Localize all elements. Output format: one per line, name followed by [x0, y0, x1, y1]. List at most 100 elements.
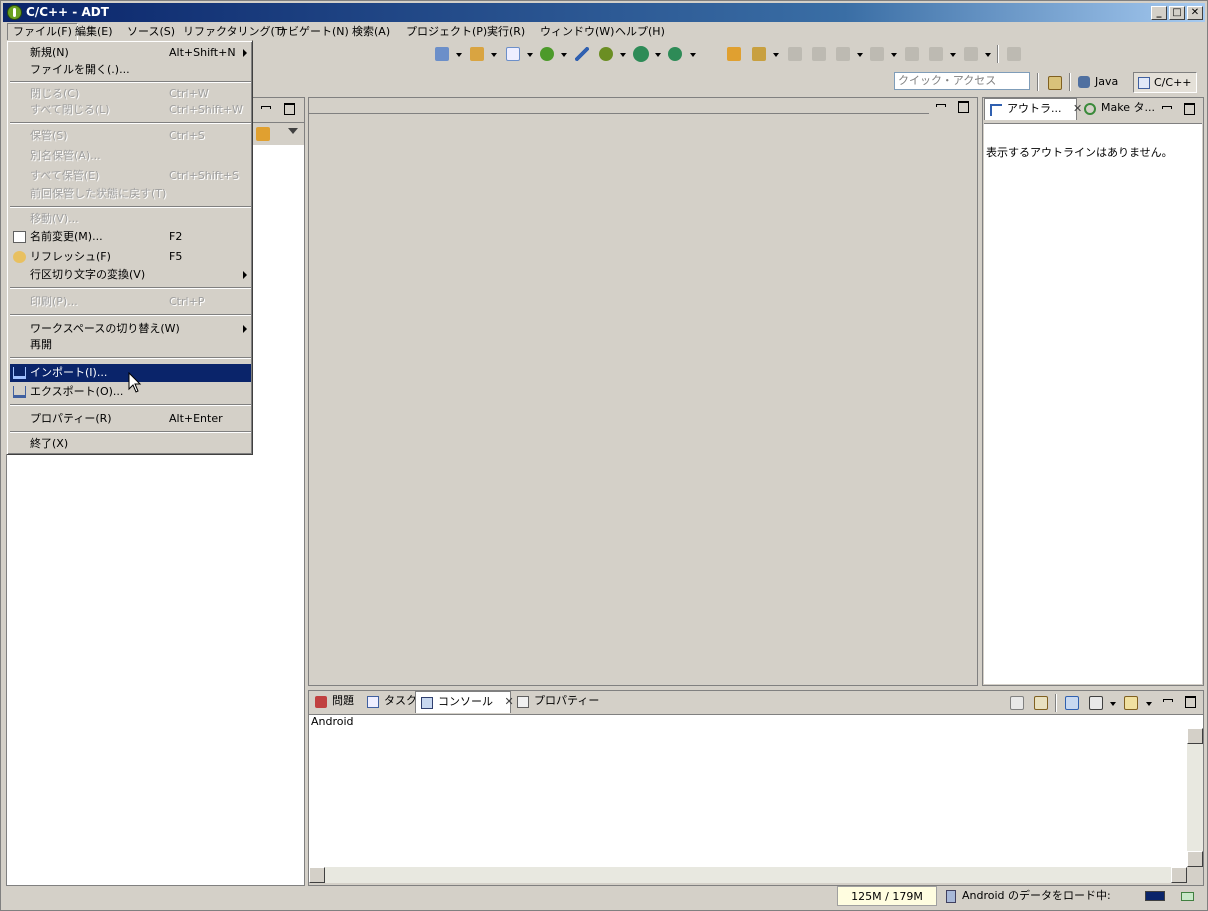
- tab-problems[interactable]: 問題: [310, 691, 360, 713]
- tab-make-targets[interactable]: Make タ...: [1079, 98, 1155, 120]
- tab-console[interactable]: コンソール ✕: [415, 691, 514, 713]
- minimize-editor-icon[interactable]: [935, 101, 946, 111]
- maximize-view-icon[interactable]: [1185, 696, 1196, 708]
- open-type-icon[interactable]: [727, 47, 741, 61]
- open-perspective-icon[interactable]: [1048, 76, 1062, 90]
- menu-separator: [10, 122, 251, 124]
- clear-console-icon[interactable]: [1010, 696, 1024, 710]
- minimize-view-icon[interactable]: [260, 103, 271, 113]
- chevron-down-icon[interactable]: [561, 53, 567, 57]
- scroll-lock-icon[interactable]: [1034, 696, 1048, 710]
- run-icon[interactable]: [633, 46, 649, 62]
- chevron-down-icon[interactable]: [655, 53, 661, 57]
- menu-item-exit[interactable]: 終了(X): [10, 435, 251, 453]
- view-menu-icon[interactable]: [288, 128, 298, 134]
- perspective-java[interactable]: Java: [1075, 72, 1129, 93]
- menu-item-new[interactable]: 新規(N) Alt+Shift+N: [10, 44, 251, 62]
- forward-icon[interactable]: [964, 47, 978, 61]
- debug-icon[interactable]: [599, 47, 613, 61]
- toolbar-separator: [1037, 73, 1039, 91]
- menu-item-refresh[interactable]: リフレッシュ(F) F5: [10, 248, 251, 266]
- show-whitespace-icon[interactable]: [812, 47, 826, 61]
- menu-item-convert-line-delimiters[interactable]: 行区切り文字の変換(V): [10, 266, 251, 284]
- menu-item-open-file[interactable]: ファイルを開く(.)...: [10, 61, 251, 79]
- editor-area: [308, 97, 978, 686]
- new-folder-icon[interactable]: [470, 47, 484, 61]
- chevron-down-icon[interactable]: [620, 53, 626, 57]
- scroll-left-button[interactable]: [309, 867, 325, 883]
- chevron-down-icon[interactable]: [491, 53, 497, 57]
- chevron-down-icon[interactable]: [527, 53, 533, 57]
- menu-separator: [10, 81, 251, 83]
- tab-properties[interactable]: プロパティー: [512, 691, 599, 713]
- tab-tasks[interactable]: タスク: [362, 691, 417, 713]
- maximize-view-icon[interactable]: [1184, 103, 1195, 115]
- tasks-icon: [367, 696, 379, 708]
- menu-edit[interactable]: 編集(E): [70, 23, 118, 41]
- chevron-down-icon[interactable]: [690, 53, 696, 57]
- external-tools-icon[interactable]: [668, 47, 682, 61]
- chevron-down-icon[interactable]: [857, 53, 863, 57]
- heap-status[interactable]: 125M / 179M: [837, 886, 937, 906]
- console-vertical-scrollbar[interactable]: [1187, 728, 1203, 867]
- title-bar[interactable]: C/C++ - ADT _ □ ✕: [3, 3, 1205, 22]
- search-icon[interactable]: [752, 47, 766, 61]
- link-with-editor-icon[interactable]: [256, 127, 270, 141]
- chevron-down-icon[interactable]: [1146, 702, 1152, 706]
- maximize-editor-icon[interactable]: [958, 101, 969, 113]
- pin-editor-icon[interactable]: [1007, 47, 1021, 61]
- menu-item-properties[interactable]: プロパティー(R) Alt+Enter: [10, 410, 251, 428]
- quick-access-input[interactable]: クイック・アクセス: [894, 72, 1030, 90]
- menu-help[interactable]: ヘルプ(H): [610, 23, 670, 41]
- scroll-up-button[interactable]: [1187, 728, 1203, 744]
- menu-project[interactable]: プロジェクト(P): [401, 23, 492, 41]
- toolbar-separator: [1055, 694, 1057, 712]
- close-button[interactable]: ✕: [1187, 6, 1203, 20]
- new-source-file-icon[interactable]: [506, 47, 520, 61]
- maximize-view-icon[interactable]: [284, 103, 295, 115]
- last-edit-icon[interactable]: [905, 47, 919, 61]
- console-horizontal-scrollbar[interactable]: [309, 867, 1187, 883]
- menu-window[interactable]: ウィンドウ(W): [535, 23, 619, 41]
- perspective-cpp[interactable]: C/C++: [1133, 72, 1197, 93]
- toggle-mark-icon[interactable]: [788, 47, 802, 61]
- progress-status-text: Android のデータをロード中: (100%): [962, 889, 1111, 911]
- menu-item-print: 印刷(P)... Ctrl+P: [30, 295, 205, 308]
- chevron-down-icon[interactable]: [891, 53, 897, 57]
- refresh-icon: [13, 251, 26, 263]
- scroll-right-button[interactable]: [1171, 867, 1187, 883]
- menu-separator: [10, 431, 251, 433]
- tab-outline[interactable]: アウトラ... ✕: [984, 98, 1082, 120]
- menu-file[interactable]: ファイル(F): [7, 23, 78, 41]
- chevron-down-icon[interactable]: [950, 53, 956, 57]
- maximize-button[interactable]: □: [1169, 6, 1185, 20]
- minimize-view-icon[interactable]: [1162, 696, 1173, 706]
- trash-icon[interactable]: [945, 886, 957, 906]
- chevron-down-icon[interactable]: [773, 53, 779, 57]
- minimize-button[interactable]: _: [1151, 6, 1167, 20]
- menu-run[interactable]: 実行(R): [482, 23, 530, 41]
- adt-app-icon: [7, 5, 22, 20]
- build-icon[interactable]: [575, 47, 589, 61]
- back-icon[interactable]: [929, 47, 943, 61]
- new-class-icon[interactable]: [540, 47, 554, 61]
- console-output[interactable]: [309, 728, 1187, 867]
- scroll-down-button[interactable]: [1187, 851, 1203, 867]
- progress-view-icon[interactable]: [1181, 886, 1195, 906]
- prev-annotation-icon[interactable]: [870, 47, 884, 61]
- menu-item-restart[interactable]: 再開: [10, 336, 251, 354]
- chevron-down-icon[interactable]: [985, 53, 991, 57]
- menu-bar: ファイル(F) 編集(E) ソース(S) リファクタリング(T) ナビゲート(N…: [3, 23, 1205, 41]
- open-console-icon[interactable]: [1124, 696, 1138, 710]
- chevron-down-icon[interactable]: [456, 53, 462, 57]
- chevron-down-icon[interactable]: [1110, 702, 1116, 706]
- display-console-icon[interactable]: [1089, 696, 1103, 710]
- pin-console-icon[interactable]: [1065, 696, 1079, 710]
- menu-source[interactable]: ソース(S): [122, 23, 180, 41]
- menu-item-rename[interactable]: 名前変更(M)... F2: [10, 228, 251, 246]
- new-cpp-project-icon[interactable]: [435, 47, 449, 61]
- next-annotation-icon[interactable]: [836, 47, 850, 61]
- minimize-view-icon[interactable]: [1161, 103, 1172, 113]
- menu-search[interactable]: 検索(A): [347, 23, 395, 41]
- menu-navigate[interactable]: ナビゲート(N): [272, 23, 354, 41]
